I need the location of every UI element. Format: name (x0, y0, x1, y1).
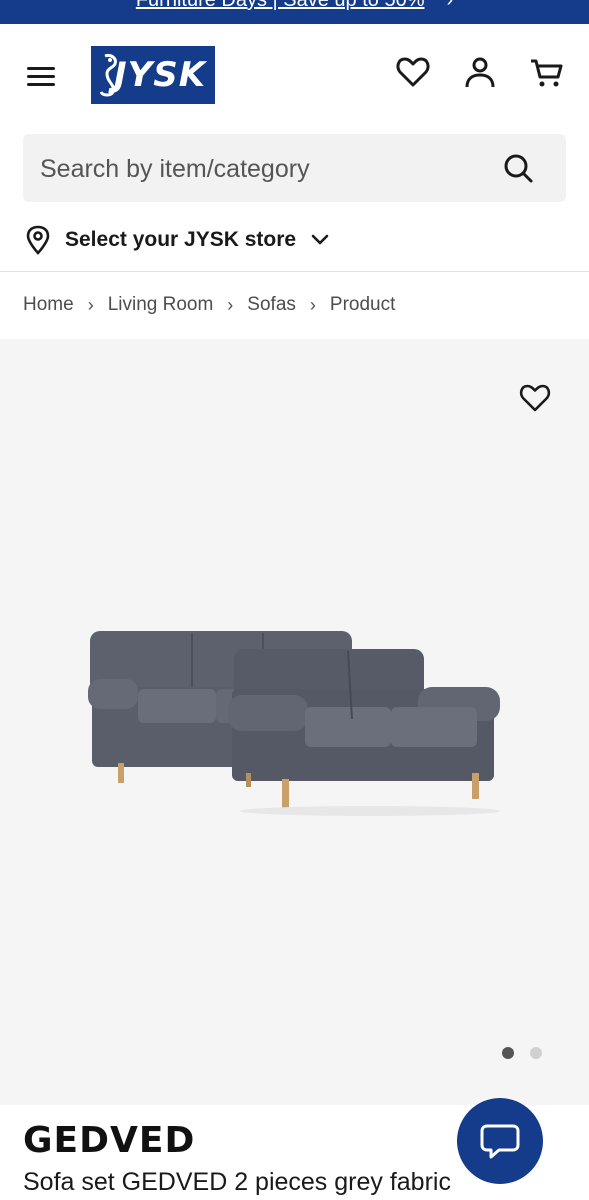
promo-text[interactable]: Furniture Days | Save up to 50% (136, 0, 425, 11)
breadcrumb-product: Product (329, 294, 396, 315)
breadcrumb-separator-icon: › (309, 294, 316, 315)
location-pin-icon (26, 225, 50, 255)
breadcrumb-separator-icon: › (227, 294, 234, 315)
promo-banner[interactable]: Furniture Days | Save up to 50% › (0, 0, 589, 24)
carousel-dot-1[interactable] (502, 1047, 514, 1059)
chevron-down-icon[interactable] (310, 233, 330, 247)
shopping-cart-icon[interactable] (529, 54, 565, 90)
carousel-dot-2[interactable] (530, 1047, 542, 1059)
hamburger-menu-icon[interactable] (27, 64, 57, 88)
user-account-icon[interactable] (462, 54, 498, 90)
logo-text: JYSK (113, 55, 207, 95)
promo-chevron-icon: › (446, 0, 454, 11)
header-divider (0, 271, 589, 272)
site-header: JYSK (0, 24, 589, 128)
product-image-gallery[interactable] (0, 339, 589, 1105)
chat-bubble-icon (480, 1124, 520, 1159)
store-selector[interactable]: Select your JYSK store (25, 222, 330, 258)
promo-link[interactable]: Furniture Days | Save up to 50% › (0, 0, 589, 12)
product-image-sofa-set (88, 631, 500, 816)
breadcrumb-home[interactable]: Home (23, 294, 74, 316)
search-icon[interactable] (502, 152, 534, 184)
jysk-logo[interactable]: JYSK (91, 46, 215, 104)
product-description: Sofa set GEDVED 2 pieces grey fabric (23, 1168, 451, 1196)
product-page: Furniture Days | Save up to 50% › JYSK S… (0, 0, 589, 1200)
search-input[interactable] (38, 134, 482, 204)
bird-logo-icon (99, 54, 117, 97)
breadcrumb-sofas[interactable]: Sofas (247, 294, 296, 316)
product-name: GEDVED (23, 1120, 196, 1161)
breadcrumb-living-room[interactable]: Living Room (108, 294, 214, 316)
chat-button[interactable] (457, 1098, 543, 1184)
store-selector-label[interactable]: Select your JYSK store (65, 228, 296, 252)
breadcrumb-separator-icon: › (87, 294, 94, 315)
wishlist-heart-icon[interactable] (395, 54, 431, 90)
breadcrumb: Home › Living Room › Sofas › Product (23, 290, 395, 320)
add-to-wishlist-heart-icon[interactable] (518, 381, 552, 415)
search-bar[interactable] (23, 134, 566, 204)
